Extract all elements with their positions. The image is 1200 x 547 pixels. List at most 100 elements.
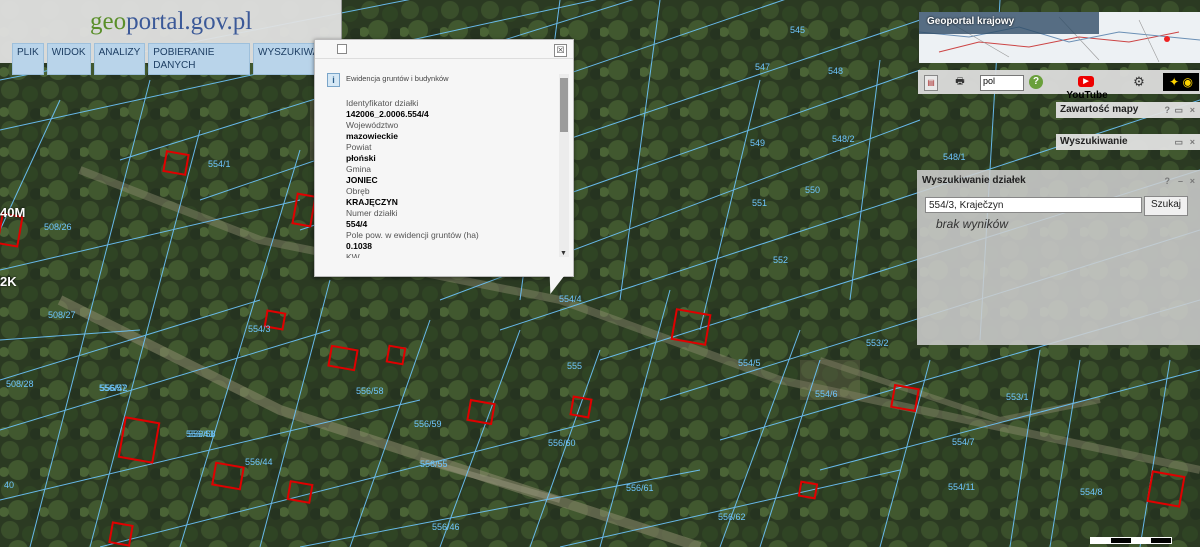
menu-analizy[interactable]: ANALIZY	[93, 43, 146, 75]
parcel-search-header: Wyszukiwanie działek ? – ×	[917, 170, 1200, 192]
parcel-number-label: 554/1	[208, 159, 231, 169]
print-icon[interactable]: 🖶	[952, 75, 968, 89]
parcel-number-label: 545	[790, 25, 806, 35]
parcel-number-label: 508/26	[44, 222, 72, 232]
popup-divider	[315, 58, 573, 59]
maximize-icon[interactable]: ▭	[1174, 102, 1183, 118]
parcel-number-label: 556/59	[414, 419, 442, 429]
parcel-number-label: 554/5	[738, 358, 761, 368]
parcel-number-label: 548/2	[832, 134, 855, 144]
field-label: Gmina	[346, 164, 372, 174]
search-result-message: brak wyników	[936, 217, 1009, 231]
legend-icon[interactable]: ▤	[924, 75, 938, 91]
maximize-icon[interactable]: ▭	[1174, 134, 1183, 150]
parcel-number-label: 554/11	[948, 482, 975, 492]
parcel-number-label: 556/61	[626, 483, 654, 493]
feature-info-popup: ☒ i Ewidencja gruntów i budynków Identyf…	[314, 39, 574, 277]
panel-search-title: Wyszukiwanie	[1060, 136, 1128, 147]
youtube-icon[interactable]: ▶YouTube	[1059, 75, 1115, 101]
parcel-number-label: 555	[567, 361, 583, 371]
parcel-number-label: 552	[773, 255, 789, 265]
close-icon[interactable]: ×	[1190, 170, 1195, 192]
popup-body: Identyfikator działki 142006_2.0006.554/…	[346, 98, 556, 258]
close-icon[interactable]: ×	[1190, 134, 1195, 150]
app-header: geoportal.gov.pl PLIK WIDOK ANALIZY POBI…	[0, 0, 342, 75]
popup-close-button[interactable]: ☒	[554, 44, 567, 57]
field-label: KW	[346, 252, 360, 258]
parcel-number-label: 549	[750, 138, 766, 148]
parcel-number-label: 550	[805, 185, 821, 195]
overview-map[interactable]: Geoportal krajowy	[918, 12, 1200, 63]
menu-plik[interactable]: PLIK	[12, 43, 44, 75]
help-icon[interactable]: ?	[1165, 102, 1171, 118]
menu-pobieranie-danych[interactable]: POBIERANIE DANYCH	[148, 43, 251, 75]
parcel-number-label: 556/42	[100, 383, 128, 393]
close-icon[interactable]: ×	[1190, 102, 1195, 118]
minimize-icon[interactable]: –	[1178, 170, 1183, 192]
help-icon[interactable]: ?	[1029, 75, 1043, 89]
top-toolbar: ▤ 🖶 ? ▶YouTube ⚙ ✦ ◉	[918, 70, 1200, 101]
field-label: Powiat	[346, 142, 372, 152]
building-number-label: 2K	[0, 274, 17, 289]
field-value: 0.1038	[346, 241, 372, 251]
parcel-number-label: 554/8	[1080, 487, 1103, 497]
overview-title: Geoportal krajowy	[927, 16, 1015, 27]
parcel-number-label: 551	[752, 198, 768, 208]
scroll-down-icon[interactable]: ▼	[560, 250, 567, 257]
parcel-number-label: 556/58	[356, 386, 384, 396]
eye-icon[interactable]: ✦ ◉	[1163, 73, 1199, 91]
panel-search[interactable]: Wyszukiwanie ▭ ×	[1056, 134, 1200, 150]
help-icon[interactable]: ?	[1165, 170, 1171, 192]
panel-map-contents[interactable]: Zawartość mapy ? ▭ ×	[1056, 102, 1200, 118]
parcel-number-label: 547	[755, 62, 771, 72]
logo-suffix: portal.gov.pl	[126, 8, 253, 35]
parcel-search-input[interactable]: 554/3, Kraječzyn	[925, 197, 1142, 213]
search-button[interactable]: Szukaj	[1144, 196, 1188, 216]
scrollbar-thumb[interactable]	[560, 78, 568, 132]
panel-map-contents-title: Zawartość mapy	[1060, 104, 1139, 115]
parcel-number-label: 40	[4, 480, 15, 490]
field-value: 142006_2.0006.554/4	[346, 109, 429, 119]
parcel-number-label: 554/3	[248, 324, 271, 334]
settings-icon[interactable]: ⚙	[1132, 75, 1146, 89]
geoportal-logo[interactable]: geoportal.gov.pl	[90, 8, 252, 36]
popup-minimize-icon[interactable]	[337, 44, 347, 54]
popup-title: Ewidencja gruntów i budynków	[346, 74, 449, 83]
field-value: JONIEC	[346, 175, 378, 185]
field-label: Obręb	[346, 186, 370, 196]
parcel-number-label: 556/46	[432, 522, 460, 532]
field-label: Województwo	[346, 120, 399, 130]
parcel-search-panel: Wyszukiwanie działek ? – × 554/3, Kraječ…	[917, 170, 1200, 345]
parcel-number-label: 548/1	[943, 152, 966, 162]
field-value: 554/4	[346, 219, 368, 229]
info-icon: i	[327, 73, 340, 87]
parcel-number-label: 553/2	[866, 338, 889, 348]
parcel-number-label: 548	[828, 66, 844, 76]
menu-widok[interactable]: WIDOK	[46, 43, 91, 75]
parcel-number-label: 554/6	[815, 389, 838, 399]
field-value: KRAJĘCZYN	[346, 197, 398, 207]
parcel-number-label: 508/27	[48, 310, 76, 320]
parcel-number-label: 556/43	[186, 429, 214, 439]
parcel-number-label: 556/60	[548, 438, 576, 448]
parcel-number-label: 554/7	[952, 437, 975, 447]
field-label: Pole pow. w ewidencji gruntów (ha)	[346, 230, 479, 240]
language-select[interactable]: pol	[980, 75, 1024, 91]
parcel-number-label: 553/1	[1006, 392, 1029, 402]
parcel-number-label: 556/62	[718, 512, 746, 522]
popup-scrollbar[interactable]: ▼	[559, 74, 569, 257]
building-number-label: 40M	[0, 205, 26, 220]
parcel-number-label: 556/55	[420, 459, 448, 469]
main-menu: PLIK WIDOK ANALIZY POBIERANIE DANYCH WYS…	[12, 43, 341, 75]
field-value: płoński	[346, 153, 376, 163]
parcel-number-label: 508/28	[6, 379, 34, 389]
logo-prefix: geo	[90, 8, 127, 35]
parcel-number-label: 556/44	[245, 457, 273, 467]
field-label: Numer działki	[346, 208, 398, 218]
parcel-number-label: 554/4	[559, 294, 582, 304]
scale-bar	[1090, 537, 1172, 544]
parcel-search-title: Wyszukiwanie działek	[922, 175, 1026, 186]
field-value: mazowieckie	[346, 131, 398, 141]
field-label: Identyfikator działki	[346, 98, 419, 108]
youtube-label: YouTube	[1066, 90, 1108, 101]
